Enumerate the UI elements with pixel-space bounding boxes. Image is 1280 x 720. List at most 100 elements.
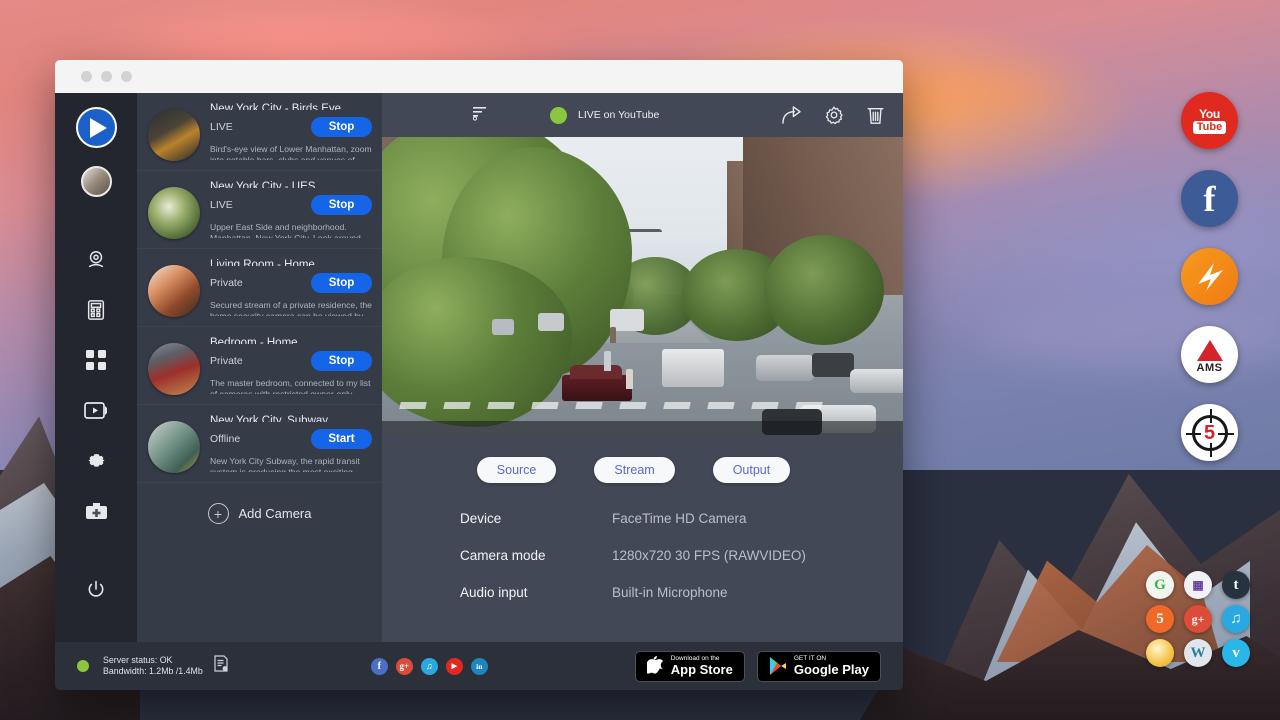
video-crosswalk-stripe (707, 402, 734, 409)
adobe-triangle-icon (1197, 340, 1223, 361)
camera-status: Offline (210, 433, 240, 445)
video-preview[interactable] (382, 137, 903, 435)
camera-title: Living Room - Home (210, 259, 372, 266)
googleplus-icon[interactable]: g+ (396, 658, 413, 675)
detail-value[interactable]: 1280x720 30 FPS (RAWVIDEO) (612, 548, 806, 563)
video-pedestrian (610, 327, 616, 343)
sidebar-item-webcam[interactable] (74, 235, 118, 285)
dock-wowza-icon[interactable] (1181, 248, 1238, 305)
sidebar-item-video[interactable] (74, 385, 118, 435)
camera-list-item[interactable]: Bedroom - Home Private Stop The master b… (137, 327, 382, 405)
five-icon[interactable]: 5 (1146, 605, 1174, 633)
application-window: New York City - Birds Eye LIVE Stop Bird… (55, 60, 903, 690)
camera-thumbnail (148, 265, 200, 317)
video-bottom-shadow (382, 421, 903, 435)
twitter-icon[interactable]: ♫ (421, 658, 438, 675)
camera-action-button[interactable]: Stop (311, 273, 372, 293)
tumblr-icon[interactable]: t (1222, 571, 1250, 599)
tab-output[interactable]: Output (713, 457, 791, 483)
vimeo-icon[interactable]: v (1222, 639, 1250, 667)
camera-list-panel: New York City - Birds Eye LIVE Stop Bird… (137, 93, 382, 642)
video-crosswalk-stripe (487, 402, 514, 409)
apple-logo-icon (647, 656, 664, 676)
camera-title: New York City - UES (210, 181, 372, 188)
dock-adobe-ams-icon[interactable]: AMS (1181, 326, 1238, 383)
camera-list-item[interactable]: New York City - Birds Eye LIVE Stop Bird… (137, 93, 382, 171)
twitch-icon[interactable]: ▦ (1184, 571, 1212, 599)
camera-status-row: LIVE Stop (210, 195, 372, 215)
user-avatar[interactable] (81, 166, 112, 197)
sidebar-item-grid[interactable] (74, 335, 118, 385)
video-van (538, 313, 564, 331)
social-links: f g+ ♫ ▶ in (371, 658, 488, 675)
dock-facebook-icon[interactable]: f (1181, 170, 1238, 227)
dock-five-icon[interactable]: 5 (1181, 404, 1238, 461)
youtube-icon[interactable]: ▶ (446, 658, 463, 675)
groove-icon[interactable]: G (1146, 571, 1174, 599)
server-status-text: Server status: OK (103, 655, 203, 666)
sidebar-item-firstaid[interactable] (74, 485, 118, 535)
ams-label: AMS (1197, 362, 1223, 374)
document-icon[interactable] (213, 655, 229, 677)
camera-action-button[interactable]: Stop (311, 351, 372, 371)
window-titlebar (55, 60, 903, 93)
detail-value[interactable]: Built-in Microphone (612, 585, 728, 600)
share-button[interactable] (781, 106, 802, 125)
camera-list-item[interactable]: New York City, Subway Offline Start New … (137, 405, 382, 483)
sort-lines-icon (472, 105, 488, 121)
google-play-text: GET IT ON Google Play (794, 655, 869, 677)
video-crosswalk-stripe (751, 402, 778, 409)
sidebar-item-device[interactable] (74, 285, 118, 335)
camera-list-item[interactable]: New York City - UES LIVE Stop Upper East… (137, 171, 382, 249)
tab-source[interactable]: Source (477, 457, 557, 483)
camera-status-row: Offline Start (210, 429, 372, 449)
app-store-button[interactable]: Download on the App Store (635, 651, 745, 682)
camera-action-button[interactable]: Start (311, 429, 372, 449)
camera-list-item[interactable]: Living Room - Home Private Stop Secured … (137, 249, 382, 327)
camera-thumbnail (148, 343, 200, 395)
desktop-dock-grid: G ▦ t 5 g+ ♫ W v (1142, 568, 1254, 670)
power-icon (86, 579, 106, 599)
googleplus-icon[interactable]: g+ (1184, 605, 1212, 633)
sidebar-item-settings[interactable] (74, 435, 118, 485)
detail-value[interactable]: FaceTime HD Camera (612, 511, 747, 526)
dock-youtube-icon[interactable]: You Tube (1181, 92, 1238, 149)
window-minimize-button[interactable] (101, 71, 112, 82)
wordpress-icon[interactable]: W (1184, 639, 1212, 667)
camera-action-button[interactable]: Stop (311, 117, 372, 137)
twitter-icon[interactable]: ♫ (1222, 605, 1250, 633)
app-logo[interactable] (76, 107, 117, 148)
flickr-icon[interactable] (1146, 639, 1174, 667)
sidebar-rail (55, 93, 137, 642)
camera-action-button[interactable]: Stop (311, 195, 372, 215)
gear-icon (86, 450, 107, 471)
window-close-button[interactable] (81, 71, 92, 82)
settings-button[interactable] (824, 105, 844, 125)
grid-icon (86, 350, 107, 371)
camera-list[interactable]: New York City - Birds Eye LIVE Stop Bird… (137, 93, 382, 642)
share-arrow-icon (781, 106, 802, 125)
five-glyph: 5 (1201, 423, 1218, 443)
camera-description: Secured stream of a private residence, t… (210, 300, 372, 317)
camera-title: Bedroom - Home (210, 337, 372, 344)
video-suv (756, 355, 814, 381)
camera-info: New York City, Subway Offline Start New … (210, 415, 372, 472)
sort-filter-icon[interactable] (472, 105, 488, 126)
add-camera-button[interactable]: + Add Camera (137, 483, 382, 524)
facebook-glyph: f (1204, 177, 1216, 221)
camera-description: New York City Subway, the rapid transit … (210, 456, 372, 473)
live-status-group: LIVE on YouTube (550, 107, 659, 124)
camera-status: Private (210, 355, 243, 367)
video-player-icon (84, 401, 108, 420)
application-body: New York City - Birds Eye LIVE Stop Bird… (55, 93, 903, 642)
sidebar-item-power[interactable] (74, 564, 118, 614)
tab-stream[interactable]: Stream (594, 457, 674, 483)
delete-button[interactable] (866, 105, 885, 125)
google-play-button[interactable]: GET IT ON Google Play (757, 651, 881, 682)
facebook-icon[interactable]: f (371, 658, 388, 675)
camera-title: New York City - Birds Eye (210, 103, 372, 110)
bandwidth-text: Bandwidth: 1.2Mb /1.4Mb (103, 666, 203, 677)
linkedin-icon[interactable]: in (471, 658, 488, 675)
window-maximize-button[interactable] (121, 71, 132, 82)
camera-thumbnail (148, 109, 200, 161)
